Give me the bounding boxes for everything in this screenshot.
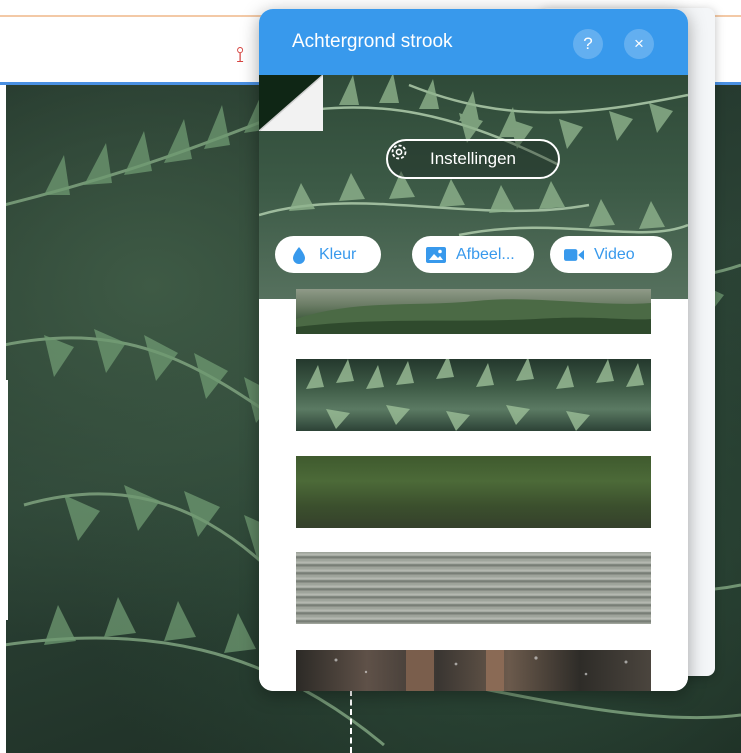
video-button[interactable]: Video (550, 236, 672, 273)
thumbnail-mountains[interactable] (296, 289, 651, 334)
color-button[interactable]: Kleur (275, 236, 381, 273)
help-icon: ? (583, 34, 593, 53)
close-icon: × (634, 34, 644, 53)
page-corner-icon (259, 75, 323, 131)
image-icon (426, 246, 446, 263)
settings-button[interactable]: Instellingen (386, 139, 560, 179)
image-label: Afbeel... (456, 245, 515, 263)
cart-icon: ⟟ (236, 42, 245, 67)
background-preview: Instellingen Kleur Afbeel... Video (259, 75, 688, 299)
image-button[interactable]: Afbeel... (412, 236, 534, 273)
panel-title: Achtergrond strook (292, 31, 453, 52)
close-button[interactable]: × (624, 29, 654, 59)
background-thumbnail-list (259, 289, 688, 691)
thumbnail-moss-texture[interactable] (296, 456, 651, 528)
strip-background-panel: Achtergrond strook ? × Instellingen Kleu… (259, 9, 688, 691)
thumbnail-corrugated-metal[interactable] (296, 552, 651, 624)
help-button[interactable]: ? (573, 29, 603, 59)
thumbnail-forest-trees[interactable] (296, 650, 651, 691)
gear-icon (391, 144, 407, 160)
color-label: Kleur (319, 245, 357, 263)
thumbnail-ferns[interactable] (296, 359, 651, 431)
forest-image (334, 650, 628, 691)
video-camera-icon (564, 248, 584, 261)
video-label: Video (594, 245, 635, 263)
drop-icon (293, 246, 305, 264)
mountain-image (296, 299, 651, 334)
panel-header[interactable]: Achtergrond strook ? × (259, 9, 688, 75)
selection-guide (350, 690, 352, 753)
settings-label: Instellingen (429, 149, 516, 168)
fern-thumbnail-image (306, 359, 644, 431)
page-margin-block (0, 380, 8, 620)
